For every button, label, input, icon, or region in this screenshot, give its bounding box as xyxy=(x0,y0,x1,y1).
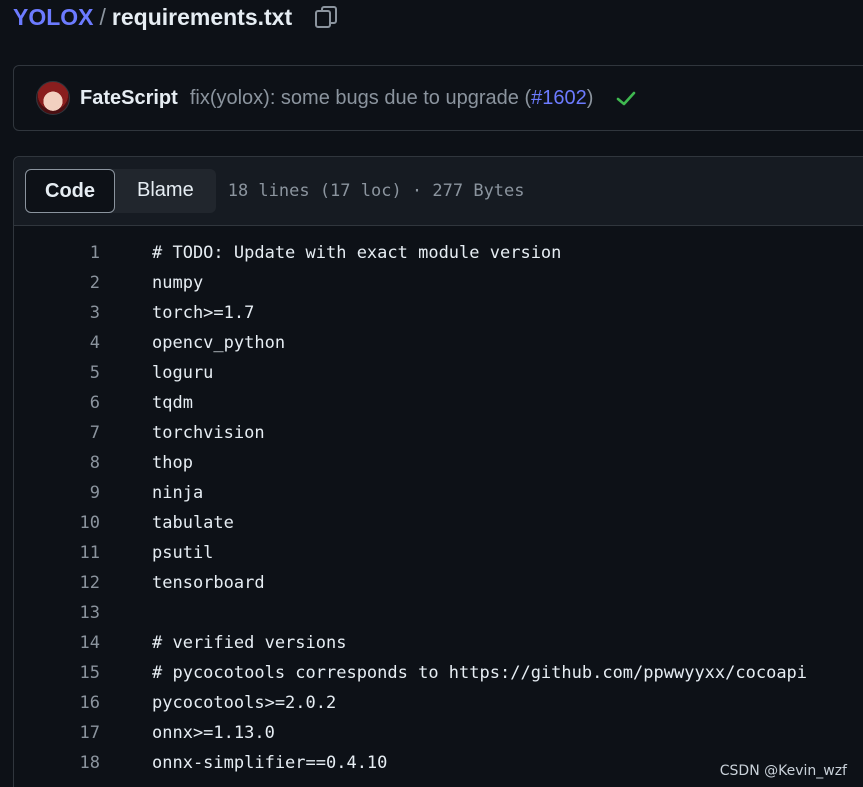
latest-commit: FateScript fix(yolox): some bugs due to … xyxy=(13,65,863,131)
blame-tab[interactable]: Blame xyxy=(115,169,216,213)
code-line: 4 opencv_python xyxy=(14,328,863,358)
line-number[interactable]: 12 xyxy=(14,568,100,598)
code-line: 10 tabulate xyxy=(14,508,863,538)
code-line: 1 # TODO: Update with exact module versio… xyxy=(14,238,863,268)
line-number[interactable]: 15 xyxy=(14,658,100,688)
breadcrumb: YOLOX / requirements.txt xyxy=(13,0,338,34)
line-text: opencv_python xyxy=(152,333,286,353)
breadcrumb-separator: / xyxy=(99,3,106,30)
line-number[interactable]: 6 xyxy=(14,388,100,418)
line-text: tabulate xyxy=(152,513,234,533)
code-line: 8 thop xyxy=(14,448,863,478)
code-line: 2 numpy xyxy=(14,268,863,298)
line-text: onnx-simplifier==0.4.10 xyxy=(152,753,388,773)
line-text: psutil xyxy=(152,543,214,563)
repo-link[interactable]: YOLOX xyxy=(13,4,94,31)
file-header: Code Blame 18 lines (17 loc) · 277 Bytes xyxy=(14,157,863,226)
copy-path-icon[interactable] xyxy=(314,5,338,29)
avatar[interactable] xyxy=(36,81,70,115)
line-number[interactable]: 14 xyxy=(14,628,100,658)
line-text: torchvision xyxy=(152,423,265,443)
line-text: tqdm xyxy=(152,393,193,413)
commit-message[interactable]: fix(yolox): some bugs due to upgrade (#1… xyxy=(190,87,594,110)
line-number[interactable]: 7 xyxy=(14,418,100,448)
file-viewer: Code Blame 18 lines (17 loc) · 277 Bytes… xyxy=(13,156,863,787)
code-line: 11 psutil xyxy=(14,538,863,568)
line-number[interactable]: 1 xyxy=(14,238,100,268)
line-number[interactable]: 4 xyxy=(14,328,100,358)
line-number[interactable]: 16 xyxy=(14,688,100,718)
line-number[interactable]: 2 xyxy=(14,268,100,298)
check-icon[interactable] xyxy=(615,87,637,109)
line-number[interactable]: 5 xyxy=(14,358,100,388)
code-line: 5 loguru xyxy=(14,358,863,388)
file-info: 18 lines (17 loc) · 277 Bytes xyxy=(227,181,525,201)
line-number[interactable]: 8 xyxy=(14,448,100,478)
view-toggle: Code Blame xyxy=(25,169,216,213)
code-line: 17 onnx>=1.13.0 xyxy=(14,718,863,748)
line-text: thop xyxy=(152,453,193,473)
code-line: 7 torchvision xyxy=(14,418,863,448)
line-number[interactable]: 17 xyxy=(14,718,100,748)
line-text: # TODO: Update with exact module version xyxy=(152,243,562,263)
line-number[interactable]: 3 xyxy=(14,298,100,328)
code-line: 16 pycocotools>=2.0.2 xyxy=(14,688,863,718)
code-line: 3 torch>=1.7 xyxy=(14,298,863,328)
code-line: 13 xyxy=(14,598,863,628)
code-line: 12 tensorboard xyxy=(14,568,863,598)
line-text: # verified versions xyxy=(152,633,347,653)
file-name: requirements.txt xyxy=(111,3,293,30)
line-number[interactable]: 18 xyxy=(14,748,100,778)
code-content[interactable]: 1 # TODO: Update with exact module versio… xyxy=(14,226,863,778)
line-number[interactable]: 9 xyxy=(14,478,100,508)
line-number[interactable]: 10 xyxy=(14,508,100,538)
commit-message-text: fix(yolox): some bugs due to upgrade ( xyxy=(189,86,532,109)
line-text: # pycocotools corresponds to https://git… xyxy=(152,663,808,683)
commit-author[interactable]: FateScript xyxy=(80,87,178,110)
line-text: onnx>=1.13.0 xyxy=(152,723,275,743)
line-number[interactable]: 13 xyxy=(14,598,100,628)
code-line: 15 # pycocotools corresponds to https://g… xyxy=(14,658,863,688)
page: YOLOX / requirements.txt FateScript fix(… xyxy=(0,0,863,787)
line-text: pycocotools>=2.0.2 xyxy=(152,693,337,713)
code-line: 14 # verified versions xyxy=(14,628,863,658)
watermark: CSDN @Kevin_wzf xyxy=(719,763,847,779)
line-text: torch>=1.7 xyxy=(152,303,255,323)
code-line: 9 ninja xyxy=(14,478,863,508)
pr-link[interactable]: #1602 xyxy=(531,87,587,109)
code-line: 6 tqdm xyxy=(14,388,863,418)
commit-message-end: ) xyxy=(586,86,594,109)
code-tab[interactable]: Code xyxy=(25,169,115,213)
line-text: numpy xyxy=(152,273,204,293)
line-number[interactable]: 11 xyxy=(14,538,100,568)
line-text: loguru xyxy=(152,363,214,383)
line-text: ninja xyxy=(152,483,204,503)
line-text: tensorboard xyxy=(152,573,265,593)
